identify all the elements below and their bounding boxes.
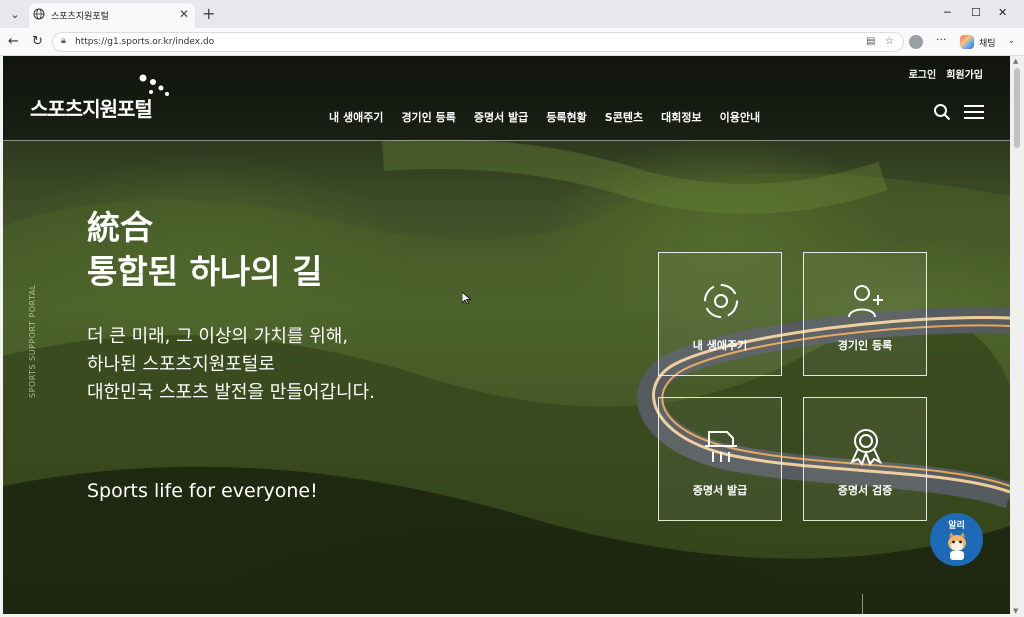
page-scrollbar[interactable]: ▲ ▼ bbox=[1010, 56, 1024, 617]
badge-icon bbox=[849, 429, 883, 466]
maximize-icon[interactable]: ☐ bbox=[971, 6, 981, 19]
tab-title: 스포츠지원포털 bbox=[51, 12, 109, 22]
hero-title-korean: 통합된 하나의 길 bbox=[87, 252, 323, 291]
url-text: https://g1.sports.or.kr/index.do bbox=[75, 37, 215, 47]
favorite-star-icon[interactable]: ☆ bbox=[885, 36, 894, 47]
browser-tabbar: ⌄ 스포츠지원포털 ✕ + ─ ☐ ✕ bbox=[0, 0, 1024, 28]
quick-card-certificate-verify[interactable]: 증명서 검증 bbox=[803, 397, 927, 521]
login-link[interactable]: 로그인 bbox=[909, 66, 937, 81]
hero-subtitle-line: 하나된 스포츠지원포털로 bbox=[87, 354, 275, 375]
logo-dots-icon bbox=[139, 74, 169, 96]
nav-item-s-contents[interactable]: S콘텐츠 bbox=[605, 109, 643, 125]
globe-icon bbox=[33, 8, 45, 20]
address-bar: ← ↻ 🔒︎ https://g1.sports.or.kr/index.do … bbox=[0, 28, 1024, 56]
mouse-cursor-icon bbox=[462, 292, 471, 305]
quick-card-label: 내 생애주기 bbox=[692, 339, 748, 352]
search-icon[interactable] bbox=[933, 103, 951, 121]
hamburger-menu-icon[interactable] bbox=[964, 104, 984, 120]
chevron-down-icon[interactable]: ⌄ bbox=[1008, 36, 1015, 45]
hero-subtitle-line: 더 큰 미래, 그 이상의 가치를 위해, bbox=[87, 326, 349, 347]
side-vertical-text: SPORTS SUPPORT PORTAL bbox=[28, 284, 37, 398]
quick-card-label: 경기인 등록 bbox=[837, 339, 893, 352]
divider-line bbox=[862, 594, 863, 614]
more-menu-icon[interactable]: ··· bbox=[936, 33, 947, 46]
tab-close-icon[interactable]: ✕ bbox=[179, 7, 189, 21]
hero-subtitle: 더 큰 미래, 그 이상의 가치를 위해, 하나된 스포츠지원포털로 대한민국 … bbox=[87, 323, 375, 407]
minimize-icon[interactable]: ─ bbox=[944, 6, 951, 19]
new-tab-icon[interactable]: + bbox=[202, 4, 215, 23]
nav-item-certificate[interactable]: 증명서 발급 bbox=[474, 109, 528, 125]
back-icon[interactable]: ← bbox=[8, 34, 19, 49]
nav-item-competitions[interactable]: 대회정보 bbox=[661, 109, 701, 125]
nav-item-guide[interactable]: 이용안내 bbox=[720, 109, 760, 125]
profile-avatar[interactable] bbox=[909, 35, 923, 49]
window-close-icon[interactable]: ✕ bbox=[998, 6, 1007, 19]
page-viewport: 스포츠지원포털 로그인 회원가입 내 생애주기 경기인 등록 증명서 발급 등록… bbox=[3, 56, 1010, 614]
chatbot-button[interactable]: 알리 bbox=[930, 513, 983, 566]
chat-label[interactable]: 채팅 bbox=[979, 36, 996, 49]
quick-card-label: 증명서 검증 bbox=[837, 484, 893, 497]
squirrel-mascot-icon bbox=[948, 532, 966, 560]
scrollbar-thumb[interactable] bbox=[1014, 68, 1020, 148]
scroll-up-icon[interactable]: ▲ bbox=[1013, 57, 1018, 65]
site-header: 스포츠지원포털 로그인 회원가입 내 생애주기 경기인 등록 증명서 발급 등록… bbox=[3, 56, 1010, 141]
main-nav: 내 생애주기 경기인 등록 증명서 발급 등록현황 S콘텐츠 대회정보 이용안내 bbox=[329, 109, 760, 125]
lifecycle-icon bbox=[704, 284, 738, 318]
nav-item-registration-status[interactable]: 등록현황 bbox=[546, 109, 586, 125]
scroll-down-icon[interactable]: ▼ bbox=[1013, 607, 1018, 615]
top-links: 로그인 회원가입 bbox=[909, 66, 983, 81]
copilot-icon[interactable] bbox=[960, 35, 974, 49]
reader-mode-icon[interactable]: ▤ bbox=[866, 36, 875, 47]
tab-actions-chevron-icon[interactable]: ⌄ bbox=[5, 4, 25, 24]
quick-card-athlete-registration[interactable]: 경기인 등록 bbox=[803, 252, 927, 376]
site-logo[interactable]: 스포츠지원포털 bbox=[30, 93, 153, 122]
url-field[interactable]: 🔒︎ https://g1.sports.or.kr/index.do ▤ ☆ bbox=[52, 32, 904, 52]
hero-subtitle-line: 대한민국 스포츠 발전을 만들어갑니다. bbox=[87, 382, 375, 403]
quick-card-certificate-issue[interactable]: 증명서 발급 bbox=[658, 397, 782, 521]
hero-title-hanja: 統合 bbox=[87, 208, 153, 247]
nav-item-lifecycle[interactable]: 내 생애주기 bbox=[329, 109, 383, 125]
printer-icon bbox=[705, 431, 737, 462]
user-add-icon bbox=[848, 285, 883, 318]
reload-icon[interactable]: ↻ bbox=[32, 34, 43, 49]
browser-tab[interactable]: 스포츠지원포털 ✕ bbox=[29, 3, 195, 28]
hero-tagline: Sports life for everyone! bbox=[87, 480, 318, 502]
quick-card-label: 증명서 발급 bbox=[692, 484, 748, 497]
signup-link[interactable]: 회원가입 bbox=[946, 66, 983, 81]
nav-item-athlete-registration[interactable]: 경기인 등록 bbox=[401, 109, 455, 125]
quick-card-lifecycle[interactable]: 내 생애주기 bbox=[658, 252, 782, 376]
site-info-icon[interactable]: 🔒︎ bbox=[61, 36, 66, 46]
hero-title: 統合 통합된 하나의 길 bbox=[87, 206, 323, 294]
